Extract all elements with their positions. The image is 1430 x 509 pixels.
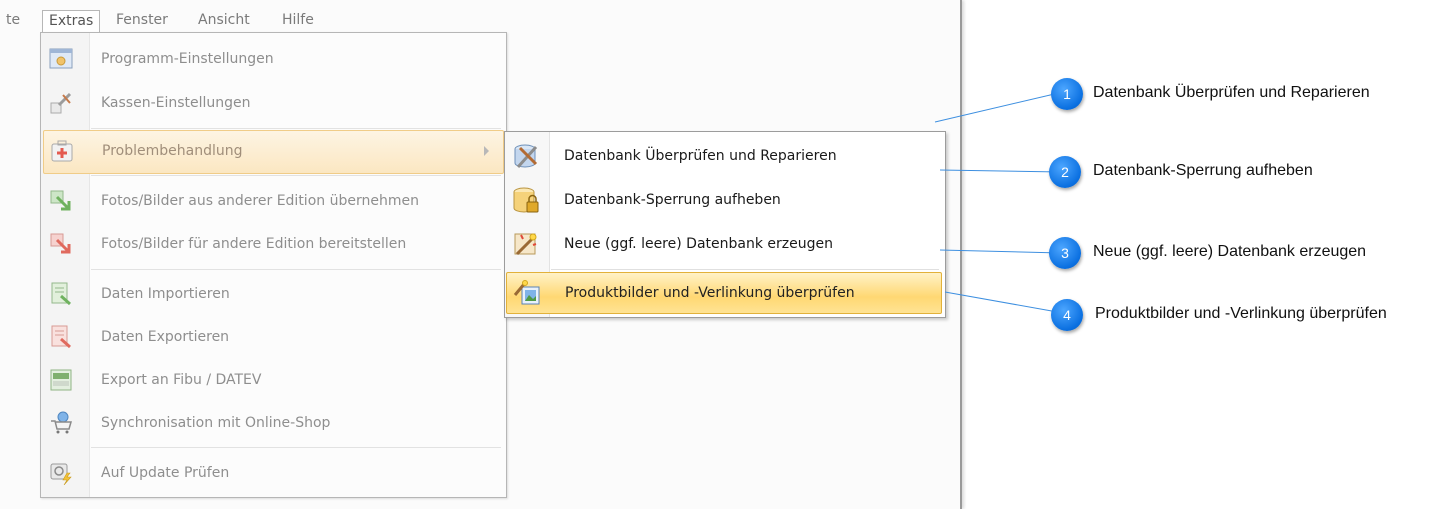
leader-line-4 [944,291,1064,314]
leader-line-1 [934,91,1064,123]
callout-text: Produktbilder und -Verlinkung überprüfen [1095,305,1387,322]
callout-badge: 3 [1049,237,1081,269]
callout-text: Datenbank-Sperrung aufheben [1093,162,1313,179]
callout-badge: 1 [1051,78,1083,110]
callout-text: Datenbank Überprüfen und Reparieren [1093,84,1370,101]
callout-badge: 2 [1049,156,1081,188]
leader-line-3 [939,249,1062,254]
callout-text: Neue (ggf. leere) Datenbank erzeugen [1093,243,1367,260]
callout-badge: 4 [1051,299,1083,331]
leader-line-2 [939,169,1062,173]
